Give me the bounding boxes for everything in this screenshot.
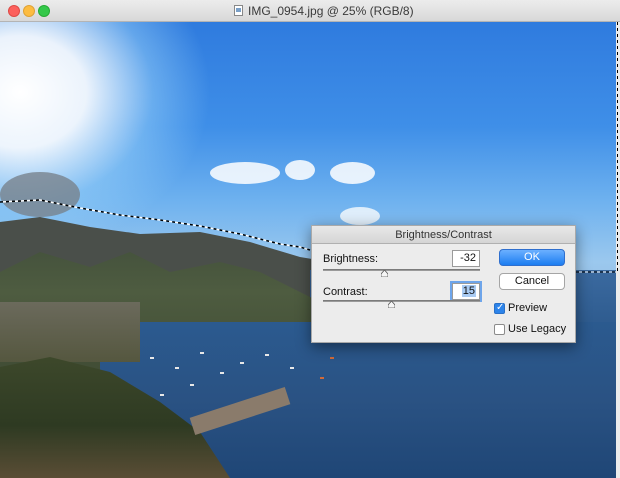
cloud [285,160,315,180]
photo-town [0,302,140,362]
brightness-input[interactable]: -32 [452,250,480,267]
brightness-slider-track[interactable] [323,269,480,271]
brightness-value: -32 [460,252,476,264]
contrast-value: 15 [461,285,476,297]
close-button[interactable] [8,5,20,17]
zoom-button[interactable] [38,5,50,17]
cloud [330,162,375,184]
contrast-input[interactable]: 15 [452,283,480,300]
brightness-contrast-dialog[interactable]: Brightness/Contrast Brightness: -32 Cont… [311,225,576,343]
preview-label: Preview [508,302,548,314]
window-titlebar[interactable]: IMG_0954.jpg @ 25% (RGB/8) [0,0,620,22]
brightness-slider-thumb[interactable] [381,270,389,277]
contrast-slider-thumb[interactable] [387,301,395,308]
cloud [340,207,380,225]
boat [220,372,224,374]
brightness-label: Brightness: [323,253,379,265]
boat [330,357,334,359]
document-icon [234,5,243,16]
contrast-label: Contrast: [323,286,368,298]
boat [240,362,244,364]
boat [200,352,204,354]
ok-button[interactable]: OK [499,249,565,266]
boat [150,357,154,359]
boat [265,354,269,356]
use-legacy-checkbox[interactable] [494,324,505,335]
cancel-button[interactable]: Cancel [499,273,565,290]
selection-marquee-edge [616,22,620,478]
cloud [0,172,80,217]
preview-checkbox[interactable] [494,302,505,314]
boat [190,384,194,386]
cloud [210,162,280,184]
boat [175,367,179,369]
dialog-title: Brightness/Contrast [312,226,575,244]
boat [290,367,294,369]
contrast-slider-track[interactable] [323,300,480,302]
window-title: IMG_0954.jpg @ 25% (RGB/8) [248,4,414,18]
boat [160,394,164,396]
minimize-button[interactable] [23,5,35,17]
use-legacy-label: Use Legacy [508,323,567,335]
boat [320,377,324,379]
